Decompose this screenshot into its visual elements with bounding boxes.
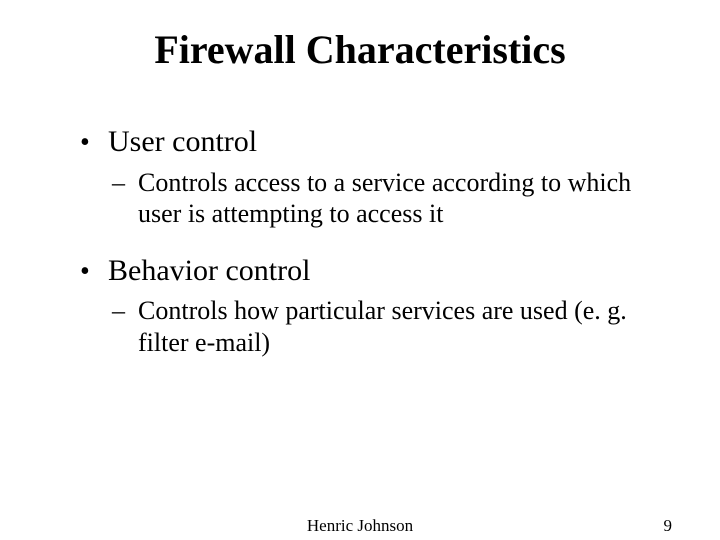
slide: Firewall Characteristics User control Co…: [0, 0, 720, 540]
bullet-behavior-control: Behavior control: [80, 252, 660, 290]
footer-author: Henric Johnson: [307, 516, 413, 536]
subbullet-behavior-control: Controls how particular services are use…: [80, 295, 660, 358]
subbullet-user-control: Controls access to a service according t…: [80, 167, 660, 230]
footer-page-number: 9: [664, 516, 673, 536]
bullet-user-control: User control: [80, 123, 660, 161]
slide-title: Firewall Characteristics: [0, 26, 720, 73]
slide-content: User control Controls access to a servic…: [0, 123, 720, 359]
